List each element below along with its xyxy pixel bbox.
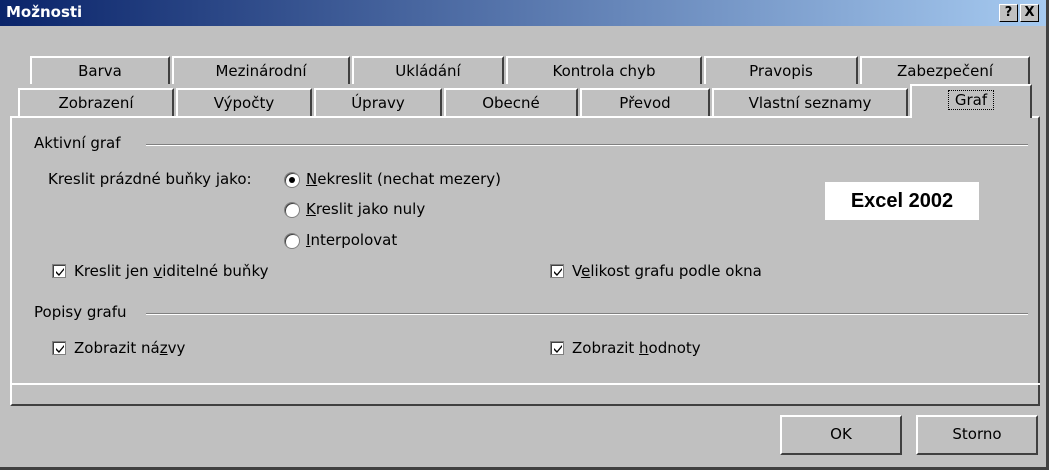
group-divider <box>146 144 1028 146</box>
tab-vlastni-seznamy[interactable]: Vlastní seznamy <box>712 88 908 116</box>
check-mark-icon <box>56 268 64 276</box>
excel-version-badge: Excel 2002 <box>825 182 979 220</box>
cancel-button[interactable]: Storno <box>916 415 1038 455</box>
tab-prevod[interactable]: Převod <box>580 88 710 116</box>
tab-kontrola-chyb[interactable]: Kontrola chyb <box>506 56 702 84</box>
tab-barva[interactable]: Barva <box>30 56 170 84</box>
help-button[interactable]: ? <box>999 4 1018 22</box>
title-bar[interactable]: Možnosti ? X <box>0 0 1046 26</box>
separator-line <box>10 383 1040 385</box>
group-divider <box>146 313 1028 315</box>
close-icon: X <box>1024 5 1035 20</box>
checkbox-show-values[interactable] <box>550 341 564 355</box>
checkbox-size-with-window[interactable] <box>550 264 564 278</box>
tab-pravopis[interactable]: Pravopis <box>704 56 858 84</box>
help-icon: ? <box>1004 5 1013 20</box>
tab-vypocty[interactable]: Výpočty <box>176 88 312 116</box>
check-mark-icon <box>554 268 562 276</box>
tab-upravy[interactable]: Úpravy <box>314 88 442 116</box>
tab-graf[interactable]: Graf <box>910 84 1032 118</box>
group-label-chart-tips: Popisy grafu <box>34 303 127 321</box>
checkbox-visible-cells-only[interactable] <box>52 264 66 278</box>
radio-not-plotted-label[interactable]: Nekreslit (nechat mezery) <box>306 170 501 188</box>
group-label-active-chart: Aktivní graf <box>34 134 121 152</box>
checkbox-visible-cells-only-label[interactable]: Kreslit jen viditelné buňky <box>74 262 268 280</box>
tab-mezinarodni[interactable]: Mezinárodní <box>172 56 350 84</box>
radio-not-plotted[interactable] <box>284 172 300 188</box>
check-mark-icon <box>56 345 64 353</box>
checkbox-show-names[interactable] <box>52 341 66 355</box>
empty-cells-label: Kreslit prázdné buňky jako: <box>48 170 252 188</box>
checkbox-show-names-label[interactable]: Zobrazit názvy <box>74 339 185 357</box>
options-dialog: Možnosti ? X Barva Mezinárodní Ukládání … <box>0 0 1049 470</box>
close-button[interactable]: X <box>1020 4 1039 22</box>
radio-zero[interactable] <box>284 202 300 218</box>
window-title: Možnosti <box>6 3 83 21</box>
check-mark-icon <box>554 345 562 353</box>
tab-ukladani[interactable]: Ukládání <box>352 56 504 84</box>
ok-button[interactable]: OK <box>780 415 902 455</box>
radio-interpolated-label[interactable]: Interpolovat <box>306 231 397 249</box>
checkbox-size-with-window-label[interactable]: Velikost grafu podle okna <box>572 262 762 280</box>
tab-zabezpeceni[interactable]: Zabezpečení <box>860 56 1030 84</box>
tab-zobrazeni[interactable]: Zobrazení <box>18 88 174 116</box>
radio-zero-label[interactable]: Kreslit jako nuly <box>306 200 425 218</box>
radio-interpolated[interactable] <box>284 233 300 249</box>
tab-obecne[interactable]: Obecné <box>444 88 578 116</box>
checkbox-show-values-label[interactable]: Zobrazit hodnoty <box>572 339 701 357</box>
tab-panel-graf <box>10 116 1040 406</box>
